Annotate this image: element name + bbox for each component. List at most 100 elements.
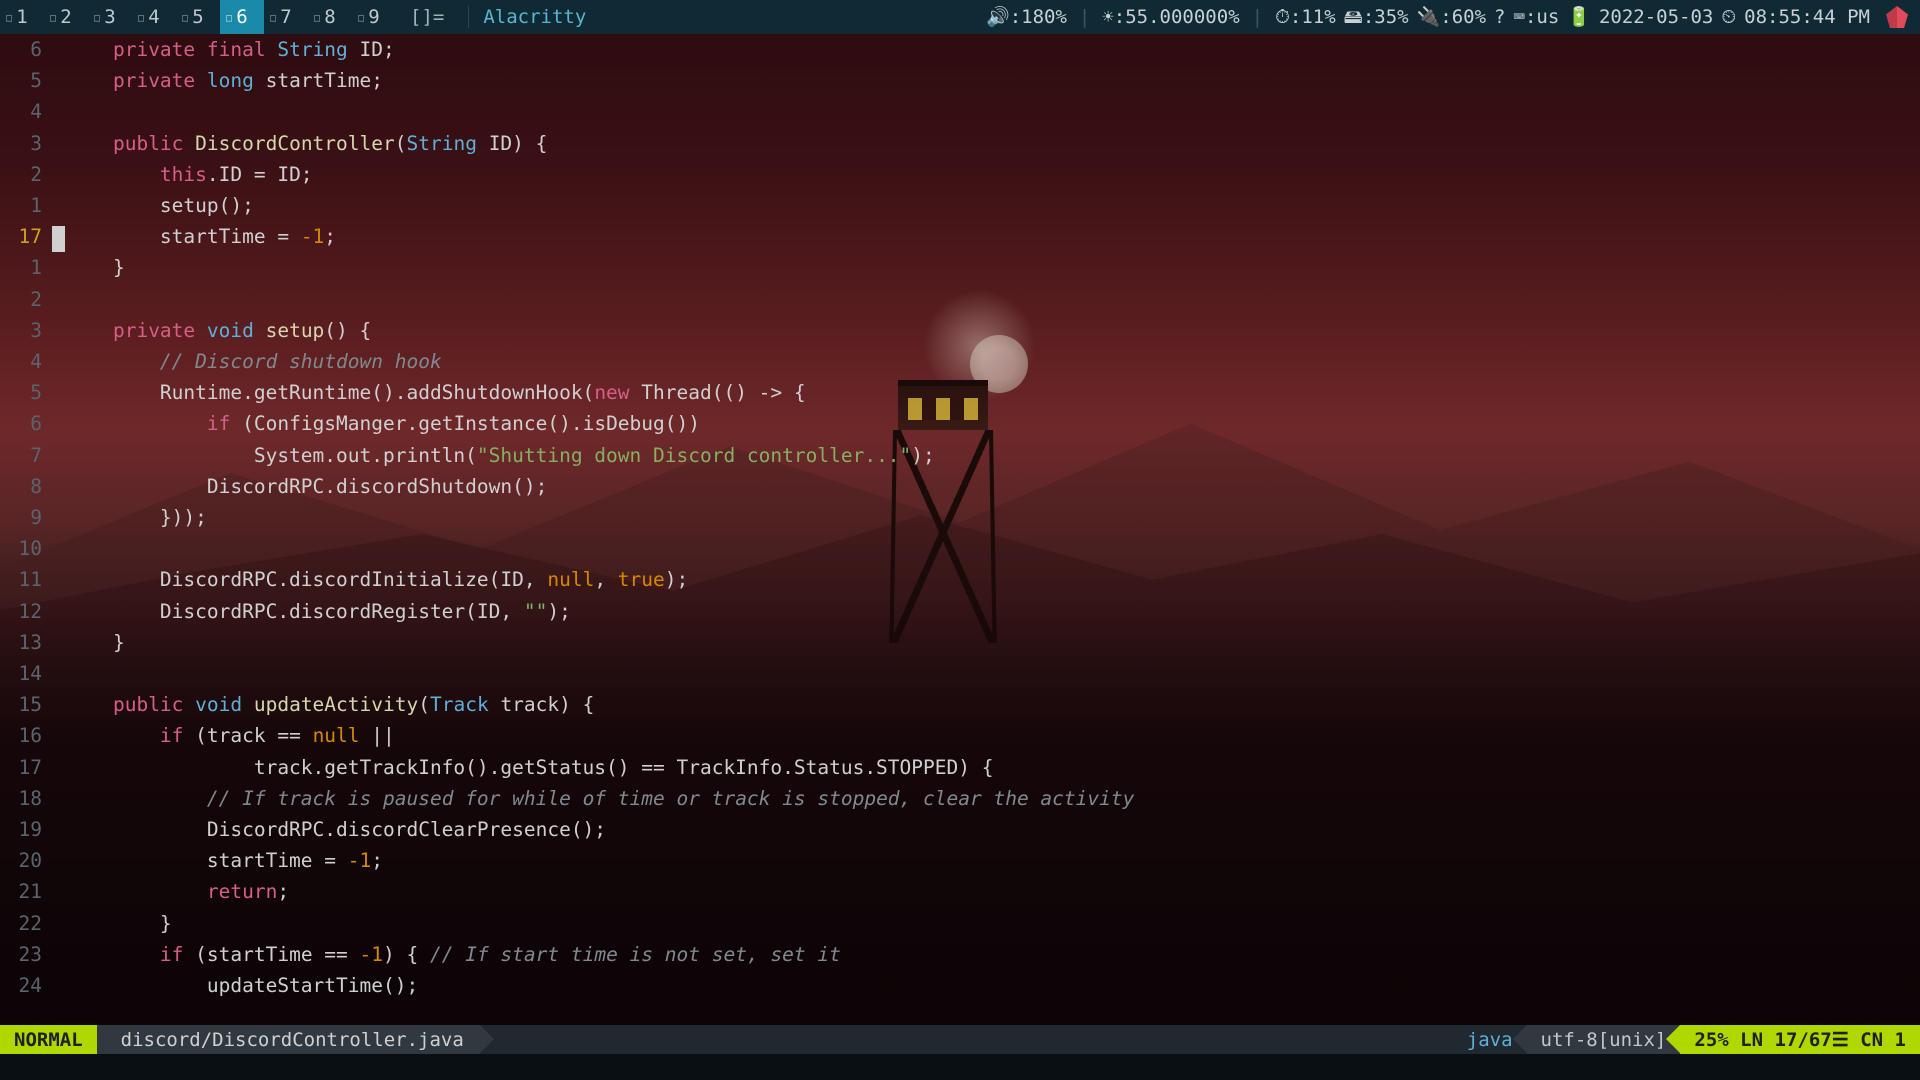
keyboard-layout-indicator[interactable]: ⌨:us [1514, 0, 1560, 34]
code-line[interactable]: 3 public DiscordController(String ID) { [0, 128, 1920, 159]
window-title: Alacritty [479, 0, 586, 34]
code-line[interactable]: 4 // Discord shutdown hook [0, 346, 1920, 377]
code-line[interactable]: 5 Runtime.getRuntime().addShutdownHook(n… [0, 377, 1920, 408]
line-number: 3 [0, 128, 52, 159]
line-number: 9 [0, 502, 52, 533]
cursor-block [52, 226, 65, 252]
layout-indicator[interactable]: []= [396, 0, 458, 34]
workspace-1[interactable]: □1 [0, 0, 44, 34]
code-content[interactable]: updateStartTime(); [66, 970, 1920, 1001]
workspace-8[interactable]: □8 [308, 0, 352, 34]
code-line[interactable]: 10 [0, 533, 1920, 564]
code-content[interactable]: } [66, 908, 1920, 939]
code-content[interactable]: // Discord shutdown hook [66, 346, 1920, 377]
workspace-4[interactable]: □4 [132, 0, 176, 34]
vim-percent: 25% [1694, 1029, 1728, 1051]
code-line[interactable]: 6 private final String ID; [0, 34, 1920, 65]
code-line[interactable]: 20 startTime = -1; [0, 845, 1920, 876]
code-line[interactable]: 11 DiscordRPC.discordInitialize(ID, null… [0, 564, 1920, 595]
line-number: 15 [0, 689, 52, 720]
code-line[interactable]: 12 DiscordRPC.discordRegister(ID, ""); [0, 596, 1920, 627]
line-number: 21 [0, 876, 52, 907]
code-line[interactable]: 2 [0, 284, 1920, 315]
code-line[interactable]: 14 [0, 658, 1920, 689]
code-content[interactable]: DiscordRPC.discordShutdown(); [66, 471, 1920, 502]
line-number: 4 [0, 346, 52, 377]
sign-column [52, 908, 66, 939]
editor-viewport[interactable]: 6 private final String ID;5 private long… [0, 34, 1920, 1025]
code-content[interactable]: private long startTime; [66, 65, 1920, 96]
line-number: 5 [0, 377, 52, 408]
code-content[interactable]: } [66, 252, 1920, 283]
code-content[interactable]: DiscordRPC.discordClearPresence(); [66, 814, 1920, 845]
sign-column [52, 564, 66, 595]
code-content[interactable]: private final String ID; [66, 34, 1920, 65]
code-content[interactable]: if (ConfigsManger.getInstance().isDebug(… [66, 408, 1920, 439]
code-content[interactable]: startTime = -1; [66, 221, 1920, 252]
workspace-7[interactable]: □7 [264, 0, 308, 34]
sign-column [52, 128, 66, 159]
code-content[interactable] [66, 96, 1920, 127]
volume-indicator[interactable]: 🔊:180% [986, 0, 1067, 34]
code-content[interactable]: return; [66, 876, 1920, 907]
line-number: 10 [0, 533, 52, 564]
code-line[interactable]: 22 } [0, 908, 1920, 939]
code-line[interactable]: 5 private long startTime; [0, 65, 1920, 96]
code-content[interactable]: startTime = -1; [66, 845, 1920, 876]
code-content[interactable]: })); [66, 502, 1920, 533]
code-line[interactable]: 8 DiscordRPC.discordShutdown(); [0, 471, 1920, 502]
line-number: 1 [0, 190, 52, 221]
brightness-indicator[interactable]: ☀:55.000000% [1102, 0, 1239, 34]
code-content[interactable]: DiscordRPC.discordInitialize(ID, null, t… [66, 564, 1920, 595]
workspace-6[interactable]: □6 [220, 0, 264, 34]
workspace-2[interactable]: □2 [44, 0, 88, 34]
code-line[interactable]: 4 [0, 96, 1920, 127]
code-content[interactable]: if (startTime == -1) { // If start time … [66, 939, 1920, 970]
code-line[interactable]: 21 return; [0, 876, 1920, 907]
workspace-9[interactable]: □9 [352, 0, 396, 34]
code-line[interactable]: 13 } [0, 627, 1920, 658]
code-line[interactable]: 19 DiscordRPC.discordClearPresence(); [0, 814, 1920, 845]
distro-logo-icon[interactable] [1886, 6, 1908, 28]
vim-encoding: utf-8[unix] [1527, 1025, 1681, 1054]
code-content[interactable]: DiscordRPC.discordRegister(ID, ""); [66, 596, 1920, 627]
code-line[interactable]: 24 updateStartTime(); [0, 970, 1920, 1001]
code-content[interactable] [66, 658, 1920, 689]
code-line[interactable]: 23 if (startTime == -1) { // If start ti… [0, 939, 1920, 970]
bar-separator: | [1248, 0, 1267, 34]
vim-cmdline[interactable] [0, 1054, 1920, 1080]
time-indicator: 08:55:44 PM [1744, 0, 1870, 34]
code-content[interactable]: public void updateActivity(Track track) … [66, 689, 1920, 720]
code-content[interactable]: Runtime.getRuntime().addShutdownHook(new… [66, 377, 1920, 408]
line-number: 19 [0, 814, 52, 845]
code-content[interactable] [66, 533, 1920, 564]
code-line[interactable]: 15 public void updateActivity(Track trac… [0, 689, 1920, 720]
line-number: 2 [0, 159, 52, 190]
sign-column [52, 190, 66, 221]
charge-icon: 🔋 [1567, 0, 1591, 34]
sign-column [52, 440, 66, 471]
code-line[interactable]: 7 System.out.println("Shutting down Disc… [0, 440, 1920, 471]
code-line[interactable]: 16 if (track == null || [0, 720, 1920, 751]
code-content[interactable]: if (track == null || [66, 720, 1920, 751]
code-line[interactable]: 6 if (ConfigsManger.getInstance().isDebu… [0, 408, 1920, 439]
workspace-3[interactable]: □3 [88, 0, 132, 34]
code-content[interactable]: // If track is paused for while of time … [66, 783, 1920, 814]
code-content[interactable]: } [66, 627, 1920, 658]
code-content[interactable]: System.out.println("Shutting down Discor… [66, 440, 1920, 471]
code-line[interactable]: 17 startTime = -1; [0, 221, 1920, 252]
workspace-5[interactable]: □5 [176, 0, 220, 34]
code-content[interactable]: private void setup() { [66, 315, 1920, 346]
code-line[interactable]: 18 // If track is paused for while of ti… [0, 783, 1920, 814]
code-line[interactable]: 3 private void setup() { [0, 315, 1920, 346]
code-line[interactable]: 9 })); [0, 502, 1920, 533]
code-line[interactable]: 2 this.ID = ID; [0, 159, 1920, 190]
code-content[interactable]: this.ID = ID; [66, 159, 1920, 190]
code-line[interactable]: 1 setup(); [0, 190, 1920, 221]
code-content[interactable]: setup(); [66, 190, 1920, 221]
code-line[interactable]: 1 } [0, 252, 1920, 283]
code-content[interactable]: track.getTrackInfo().getStatus() == Trac… [66, 752, 1920, 783]
code-content[interactable]: public DiscordController(String ID) { [66, 128, 1920, 159]
code-content[interactable] [66, 284, 1920, 315]
code-line[interactable]: 17 track.getTrackInfo().getStatus() == T… [0, 752, 1920, 783]
